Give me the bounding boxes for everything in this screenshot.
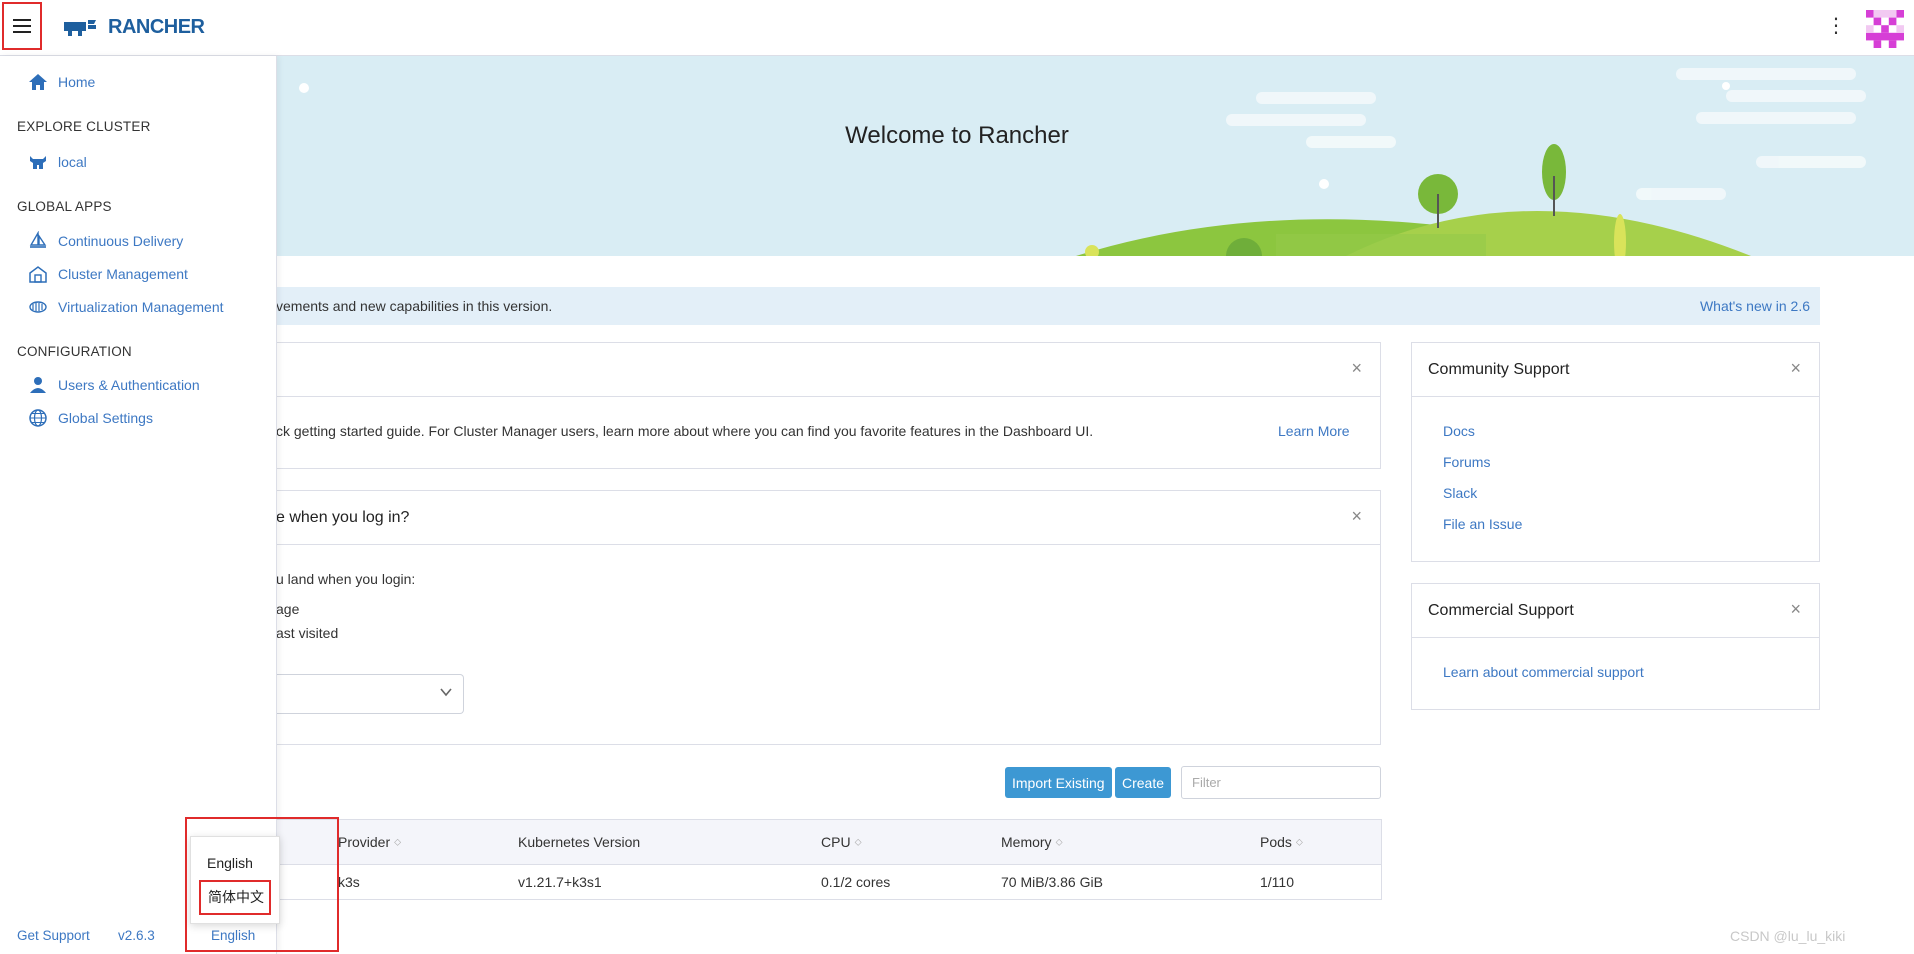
sidebar-item-home[interactable]: Home [28, 72, 95, 92]
docs-link[interactable]: Docs [1443, 423, 1475, 439]
language-selector[interactable]: English [211, 928, 255, 943]
whats-new-notice: vements and new capabilities in this ver… [276, 287, 1820, 325]
notice-text: vements and new capabilities in this ver… [276, 298, 553, 314]
sidebar-item-label: Global Settings [58, 410, 153, 426]
col-pods-label: Pods [1260, 834, 1292, 850]
community-card-title: Community Support [1428, 361, 1570, 378]
cell-version: v1.21.7+k3s1 [518, 874, 602, 890]
card-header [276, 343, 1380, 397]
more-options-icon[interactable]: ⋮ [1826, 16, 1846, 36]
sidebar-item-continuous-delivery[interactable]: Continuous Delivery [28, 231, 183, 251]
hamburger-icon [13, 19, 31, 33]
sidebar-item-label: Users & Authentication [58, 377, 200, 393]
community-support-card: Community Support × Docs Forums Slack Fi… [1411, 342, 1820, 562]
barn-icon [29, 266, 47, 283]
sidebar-item-virtualization-management[interactable]: Virtualization Management [28, 297, 224, 317]
side-navigation: Home EXPLORE CLUSTER local GLOBAL APPS C… [0, 56, 277, 954]
card-header [276, 491, 1380, 545]
user-icon [30, 377, 46, 393]
landing-prompt: u land when you login: [276, 571, 416, 587]
get-support-link[interactable]: Get Support [17, 928, 90, 943]
cluster-cow-icon [30, 156, 46, 169]
sailboat-icon [29, 231, 47, 248]
logo-text: RANCHER [108, 16, 205, 38]
sidebar-item-label: local [58, 154, 87, 170]
cell-provider: k3s [338, 874, 360, 890]
sidebar-item-label: Continuous Delivery [58, 233, 184, 249]
rancher-logo[interactable]: RANCHER [62, 16, 205, 39]
table-header: Provider ⬦ Kubernetes Version CPU ⬦ Memory… [276, 820, 1381, 865]
sort-icon: ⬦ [854, 836, 862, 848]
commercial-support-card: Commercial Support × Learn about commerc… [1411, 583, 1820, 710]
sidebar-item-cluster-management[interactable]: Cluster Management [28, 264, 188, 284]
top-header: RANCHER ⋮ [0, 0, 1914, 56]
whats-new-link[interactable]: What's new in 2.6 [1700, 298, 1810, 314]
close-icon[interactable]: × [1351, 359, 1362, 377]
menu-toggle-button[interactable] [2, 2, 42, 50]
sidebar-item-label: Cluster Management [58, 266, 188, 282]
virtualization-icon [29, 301, 47, 313]
commercial-support-link[interactable]: Learn about commercial support [1443, 664, 1644, 680]
col-kubernetes-version[interactable]: Kubernetes Version [518, 834, 640, 850]
commercial-card-title: Commercial Support [1428, 602, 1574, 619]
getting-started-text: ck getting started guide. For Cluster Ma… [276, 423, 1094, 439]
section-configuration: CONFIGURATION [17, 344, 132, 359]
col-kubernetes-version-label: Kubernetes Version [518, 834, 641, 850]
section-explore-cluster: EXPLORE CLUSTER [17, 119, 151, 134]
rancher-cow-icon [64, 19, 96, 36]
sort-icon: ⬦ [1295, 836, 1303, 848]
welcome-title: Welcome to Rancher [845, 122, 1069, 149]
cell-memory: 70 MiB/3.86 GiB [1001, 874, 1103, 890]
forums-link[interactable]: Forums [1443, 454, 1490, 470]
col-provider[interactable]: Provider ⬦ [338, 834, 401, 850]
version-label[interactable]: v2.6.3 [118, 928, 155, 943]
language-option-english[interactable]: English [207, 855, 253, 871]
col-provider-label: Provider [338, 834, 391, 850]
chevron-down-icon [440, 688, 452, 697]
clusters-table: Provider ⬦ Kubernetes Version CPU ⬦ Memory… [276, 819, 1382, 900]
landing-option-home[interactable]: age [276, 601, 299, 617]
sidebar-item-users-authentication[interactable]: Users & Authentication [28, 375, 200, 395]
sort-icon: ⬦ [394, 836, 402, 848]
col-cpu-label: CPU [821, 834, 851, 850]
col-memory-label: Memory [1001, 834, 1052, 850]
section-global-apps: GLOBAL APPS [17, 199, 112, 214]
filter-input[interactable] [1181, 766, 1381, 799]
sort-icon: ⬦ [1055, 836, 1063, 848]
sidebar-item-local[interactable]: local [28, 152, 87, 172]
col-pods[interactable]: Pods ⬦ [1260, 834, 1303, 850]
user-avatar[interactable] [1866, 10, 1904, 48]
language-dropdown-menu: English 简体中文 [190, 836, 280, 924]
slack-link[interactable]: Slack [1443, 485, 1477, 501]
create-button[interactable]: Create [1115, 767, 1172, 798]
sidebar-item-label: Home [58, 74, 96, 90]
landing-card-title: e when you log in? [276, 509, 410, 526]
close-icon[interactable]: × [1790, 359, 1801, 377]
getting-started-card: × ck getting started guide. For Cluster … [276, 342, 1381, 469]
cell-pods: 1/110 [1260, 874, 1294, 890]
col-memory[interactable]: Memory ⬦ [1001, 834, 1063, 850]
language-option-chinese[interactable]: 简体中文 [208, 887, 264, 907]
globe-icon [29, 409, 47, 427]
close-icon[interactable]: × [1351, 507, 1362, 525]
watermark: CSDN @lu_lu_kiki [1730, 928, 1846, 944]
close-icon[interactable]: × [1790, 600, 1801, 618]
sidebar-item-global-settings[interactable]: Global Settings [28, 408, 153, 428]
sidebar-item-label: Virtualization Management [58, 299, 224, 315]
import-existing-button[interactable]: Import Existing [1005, 767, 1112, 798]
learn-more-link[interactable]: Learn More [1278, 423, 1350, 439]
landing-page-select[interactable] [276, 674, 464, 714]
col-cpu[interactable]: CPU ⬦ [821, 834, 862, 850]
landing-option-last-visited[interactable]: ast visited [276, 625, 338, 641]
file-issue-link[interactable]: File an Issue [1443, 516, 1522, 532]
home-icon [29, 74, 47, 90]
banner-illustration [299, 68, 1866, 256]
welcome-banner: Welcome to Rancher [276, 56, 1914, 256]
cell-cpu: 0.1/2 cores [821, 874, 891, 890]
